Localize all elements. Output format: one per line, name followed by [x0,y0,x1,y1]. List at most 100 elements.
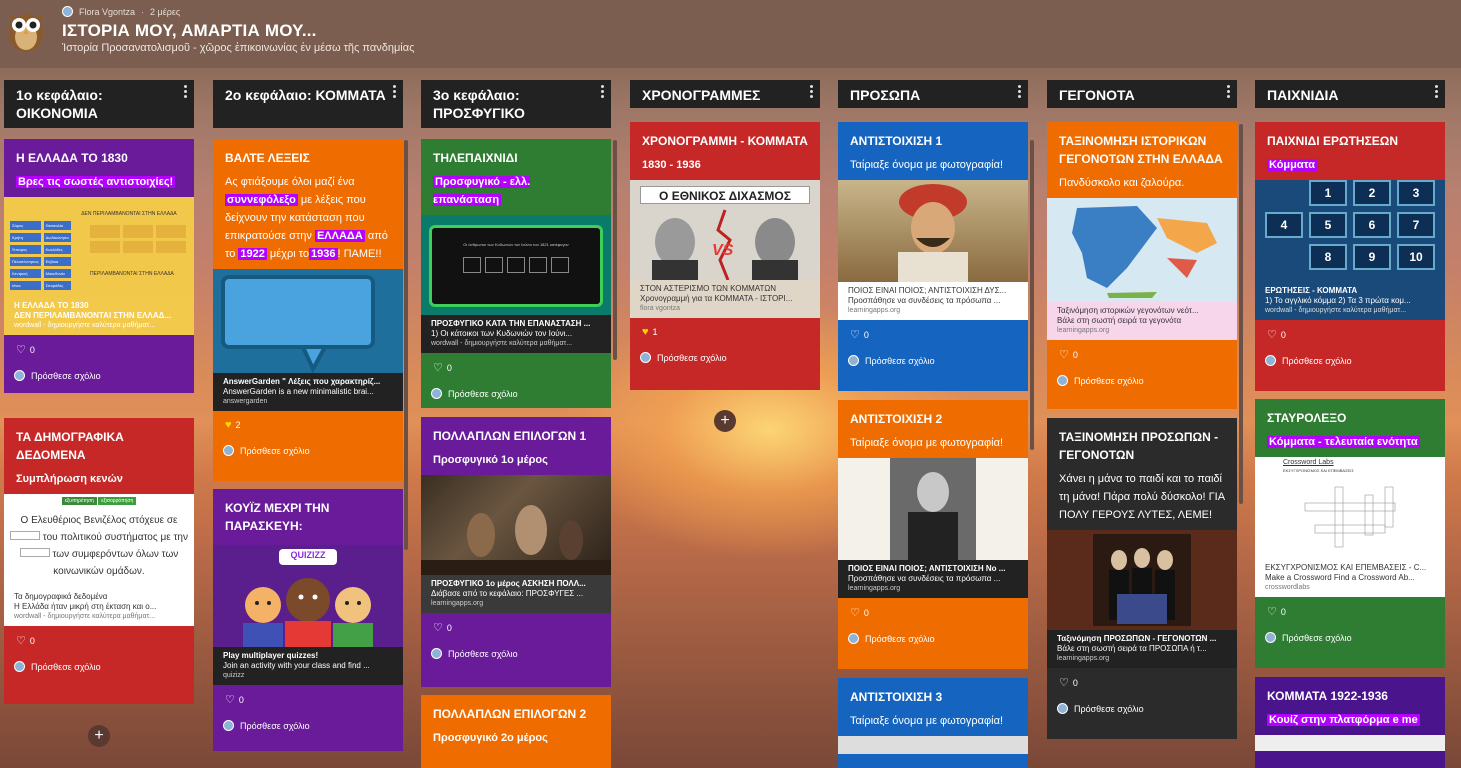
post-card[interactable]: Η ΕΛΛΑΔΑ ΤΟ 1830 Βρες τις σωστές αντιστο… [4,139,194,393]
number-tile: 1 [1309,180,1347,206]
post-card[interactable]: ΒΑΛΤΕ ΛΕΞΕΙΣ Ας φτιάξουμε όλοι μαζί ένα … [213,139,403,481]
heart-icon[interactable]: ♥ [225,419,232,431]
heart-icon[interactable]: ♡ [433,621,443,634]
number-tile: 9 [1353,244,1391,270]
heart-icon[interactable]: ♡ [16,634,26,647]
column-oikonomia: 1ο κεφάλαιο: ΟΙΚΟΝΟΜΙΑ Η ΕΛΛΑΔΑ ΤΟ 1830 … [4,80,194,704]
post-card[interactable]: ΑΝΤΙΣΤΟΙΧΙΣΗ 3 Ταίριαξε όνομα με φωτογρα… [838,678,1028,768]
link-preview[interactable]: ΣΤΟΝ ΑΣΤΕΡΙΣΜΟ ΤΩΝ ΚΟΜΜΑΤΩΝ Χρονογραμμή … [630,280,820,318]
link-preview[interactable]: Ταξινόμηση ΠΡΟΣΩΠΩΝ - ΓΕΓΟΝΟΤΩΝ ... Βάλε… [1047,630,1237,668]
heart-icon[interactable]: ♡ [850,606,860,619]
link-desc: Προσπάθησε να συνδέσεις τα πρόσωπα ... [848,574,1001,583]
link-preview[interactable]: ΕΚΣΥΓΧΡΟΝΙΣΜΟΣ ΚΑΙ ΕΠΕΜΒΑΣΕΙΣ - C... Mak… [1255,559,1445,597]
link-preview[interactable]: Η ΕΛΛΑΔΑ ΤΟ 1830 ΔΕΝ ΠΕΡΙΛΑΜΒΑΝΟΝΤΑΙ ΣΤΗ… [4,297,194,335]
add-post-button[interactable]: + [714,410,736,432]
more-options-icon[interactable] [393,85,397,100]
add-post-button[interactable]: + [88,725,110,747]
link-preview[interactable]: ΠΟΙΟΣ ΕΙΝΑΙ ΠΟΙΟΣ; ΑΝΤΙΣΤΟΙΧΙΣΗ ΔΥΣ... Π… [838,282,1028,320]
post-card[interactable]: ΠΟΛΛΑΠΛΩΝ ΕΠΙΛΟΓΩΝ 1 Προσφυγικό 1ο μέρος… [421,417,611,687]
historical-photo-image[interactable] [1047,530,1237,630]
add-comment[interactable]: Πρόσθεσε σχόλιο [421,642,611,669]
author-name[interactable]: Flora Vgontza [79,7,135,17]
post-card[interactable]: ΤΗΛΕΠΑΙΧΝΙΔΙ Προσφυγικό - ελλ. επανάστασ… [421,139,611,408]
post-card[interactable]: ΚΟΥΪΖ ΜΕΧΡΙ ΤΗΝ ΠΑΡΑΣΚΕΥΗ: QUIZIZZ Play … [213,489,403,751]
cloze-part: των συμφερόντων [52,549,134,560]
column-scrollbar[interactable] [1239,124,1243,504]
speech-bubble-image[interactable] [213,269,403,373]
link-preview[interactable]: ΠΡΟΣΦΥΓΙΚΟ ΚΑΤΑ ΤΗΝ ΕΠΑΝΑΣΤΑΣΗ ... 1) Οι… [421,315,611,353]
more-options-icon[interactable] [1227,85,1231,100]
heart-icon[interactable]: ♡ [1059,348,1069,361]
add-comment[interactable]: Πρόσθεσε σχόλιο [213,439,403,466]
more-options-icon[interactable] [1435,85,1439,100]
column-scrollbar[interactable] [613,140,617,360]
post-card[interactable]: ΤΑ ΔΗΜΟΓΡΑΦΙΚΑ ΔΕΔΟΜΕΝΑ Συμπλήρωση κενών… [4,418,194,704]
add-comment[interactable]: Πρόσθεσε σχόλιο [838,627,1028,654]
preview-image[interactable]: εξυπηρέτηση εξισορρόπηση Ο Ελευθέριος Βε… [4,494,194,588]
link-desc: 1) Το αγγλικό κόμμα 2) Τα 3 πρώτα κομ... [1265,296,1411,305]
post-card[interactable]: ΚΟΜΜΑΤΑ 1922-1936 Κουίζ στην πλατφόρμα e… [1255,677,1445,768]
more-options-icon[interactable] [184,85,188,100]
heart-icon[interactable]: ♡ [16,343,26,356]
post-card[interactable]: ΠΑΙΧΝΙΔΙ ΕΡΩΤΗΣΕΩΝ Κόμματα 1 2 3 4 5 6 7… [1255,122,1445,391]
preview-image[interactable] [838,736,1028,754]
add-comment[interactable]: Πρόσθεσε σχόλιο [1047,369,1237,396]
column-scrollbar[interactable] [404,140,408,550]
greece-map [1072,206,1217,298]
link-preview[interactable]: Τα δημογραφικά δεδομένα Η Ελλάδα ήταν μι… [4,588,194,626]
refugees-painting-image[interactable] [421,475,611,575]
link-preview[interactable]: ΠΡΟΣΦΥΓΙΚΟ 1ο μέρος ΑΣΚΗΣΗ ΠΟΛΛ... Διάβα… [421,575,611,613]
heart-icon[interactable]: ♡ [433,361,443,374]
dichasmos-image[interactable]: Ο ΕΘΝΙΚΟΣ ΔΙΧΑΣΜΟΣ VS [630,180,820,280]
link-preview[interactable]: Play multiplayer quizzes! Join an activi… [213,647,403,685]
column-kommata: 2ο κεφάλαιο: ΚΟΜΜΑΤΑ ΒΑΛΤΕ ΛΕΞΕΙΣ Ας φτι… [213,80,403,751]
link-preview[interactable]: AnswerGarden " Λέξεις που χαρακτηρίζ... … [213,373,403,411]
more-options-icon[interactable] [601,85,605,100]
game-show-image[interactable]: Οι άνθρωποι των Κυδωνιών τον Ιούνιο του … [421,215,611,315]
greece-map-image[interactable] [1047,198,1237,302]
add-comment[interactable]: Πρόσθεσε σχόλιο [838,349,1028,376]
post-card[interactable]: ΤΑΞΙΝΟΜΗΣΗ ΠΡΟΣΩΠΩΝ - ΓΕΓΟΝΟΤΩΝ Χάνει η … [1047,418,1237,739]
column-scrollbar[interactable] [1030,140,1034,450]
post-card[interactable]: ΠΟΛΛΑΠΛΩΝ ΕΠΙΛΟΓΩΝ 2 Προσφυγικό 2ο μέρος [421,695,611,768]
question-grid-image[interactable]: 1 2 3 4 5 6 7 8 9 10 [1255,180,1445,282]
link-preview[interactable]: ΕΡΩΤΗΣΕΙΣ - ΚΟΜΜΑΤΑ 1) Το αγγλικό κόμμα … [1255,282,1445,320]
link-preview[interactable]: Ταξινόμηση ιστορικών γεγονότων νεότ... Β… [1047,302,1237,340]
portrait-image[interactable] [838,180,1028,282]
heart-icon[interactable]: ♡ [1059,676,1069,689]
portrait-image[interactable] [838,458,1028,560]
add-comment[interactable]: Πρόσθεσε σχόλιο [4,364,194,391]
heart-icon[interactable]: ♡ [1267,605,1277,618]
add-comment[interactable]: Πρόσθεσε σχόλιο [1255,626,1445,653]
post-card[interactable]: ΑΝΤΙΣΤΟΙΧΙΣΗ 1 Ταίριαξε όνομα με φωτογρα… [838,122,1028,391]
add-comment-label: Πρόσθεσε σχόλιο [240,445,310,456]
more-options-icon[interactable] [810,85,814,100]
add-comment[interactable]: Πρόσθεσε σχόλιο [213,714,403,741]
link-preview[interactable]: ΠΟΙΟΣ ΕΙΝΑΙ ΠΟΙΟΣ; ΑΝΤΙΣΤΟΙΧΙΣΗ Νο ... Π… [838,560,1028,598]
heart-icon[interactable]: ♡ [850,328,860,341]
highlight: 1936 [309,248,338,260]
link-desc: Προσπάθησε να συνδέσεις τα πρόσωπα ... [848,296,1001,305]
add-comment[interactable]: Πρόσθεσε σχόλιο [1047,697,1237,724]
preview-image[interactable]: ΔΕΝ ΠΕΡΙΛΑΜΒΑΝΟΝΤΑΙ ΣΤΗΝ ΕΛΛΑΔΑ Σάμος Θε… [4,197,194,297]
post-card[interactable]: ΑΝΤΙΣΤΟΙΧΙΣΗ 2 Ταίριαξε όνομα με φωτογρα… [838,400,1028,669]
add-comment[interactable]: Πρόσθεσε σχόλιο [630,346,820,373]
post-card[interactable]: ΣΤΑΥΡΟΛΕΞΟ Κόμματα - τελευταία ενότητα C… [1255,399,1445,668]
post-card[interactable]: ΤΑΞΙΝΟΜΗΣΗ ΙΣΤΟΡΙΚΩΝ ΓΕΓΟΝΟΤΩΝ ΣΤΗΝ ΕΛΛΑ… [1047,122,1237,409]
quizizz-image[interactable]: QUIZIZZ [213,545,403,647]
heart-icon[interactable]: ♡ [225,693,235,706]
add-comment[interactable]: Πρόσθεσε σχόλιο [1255,349,1445,376]
more-options-icon[interactable] [1018,85,1022,100]
heart-icon[interactable]: ♥ [642,326,649,338]
add-comment[interactable]: Πρόσθεσε σχόλιο [4,655,194,682]
preview-image[interactable] [1255,735,1445,751]
heart-icon[interactable]: ♡ [1267,328,1277,341]
post-card[interactable]: ΧΡΟΝΟΓΡΑΜΜΗ - ΚΟΜΜΑΤΑ 1830 - 1936 Ο ΕΘΝΙ… [630,122,820,390]
post-title: ΠΑΙΧΝΙΔΙ ΕΡΩΤΗΣΕΩΝ [1267,134,1399,148]
add-comment[interactable]: Πρόσθεσε σχόλιο [421,382,611,409]
post-title: ΑΝΤΙΣΤΟΙΧΙΣΗ 3 [850,690,943,704]
link-title: ΠΡΟΣΦΥΓΙΚΟ 1ο μέρος ΑΣΚΗΣΗ ΠΟΛΛ... [431,579,586,588]
crossword-image[interactable]: Crossword Labs ΕΚΣΥΓΧΡΟΝΙΣΜΟΣ ΚΑΙ ΕΠΕΜΒΑ… [1255,457,1445,559]
owl-avatar-icon[interactable] [6,7,46,53]
user-avatar [431,648,442,659]
